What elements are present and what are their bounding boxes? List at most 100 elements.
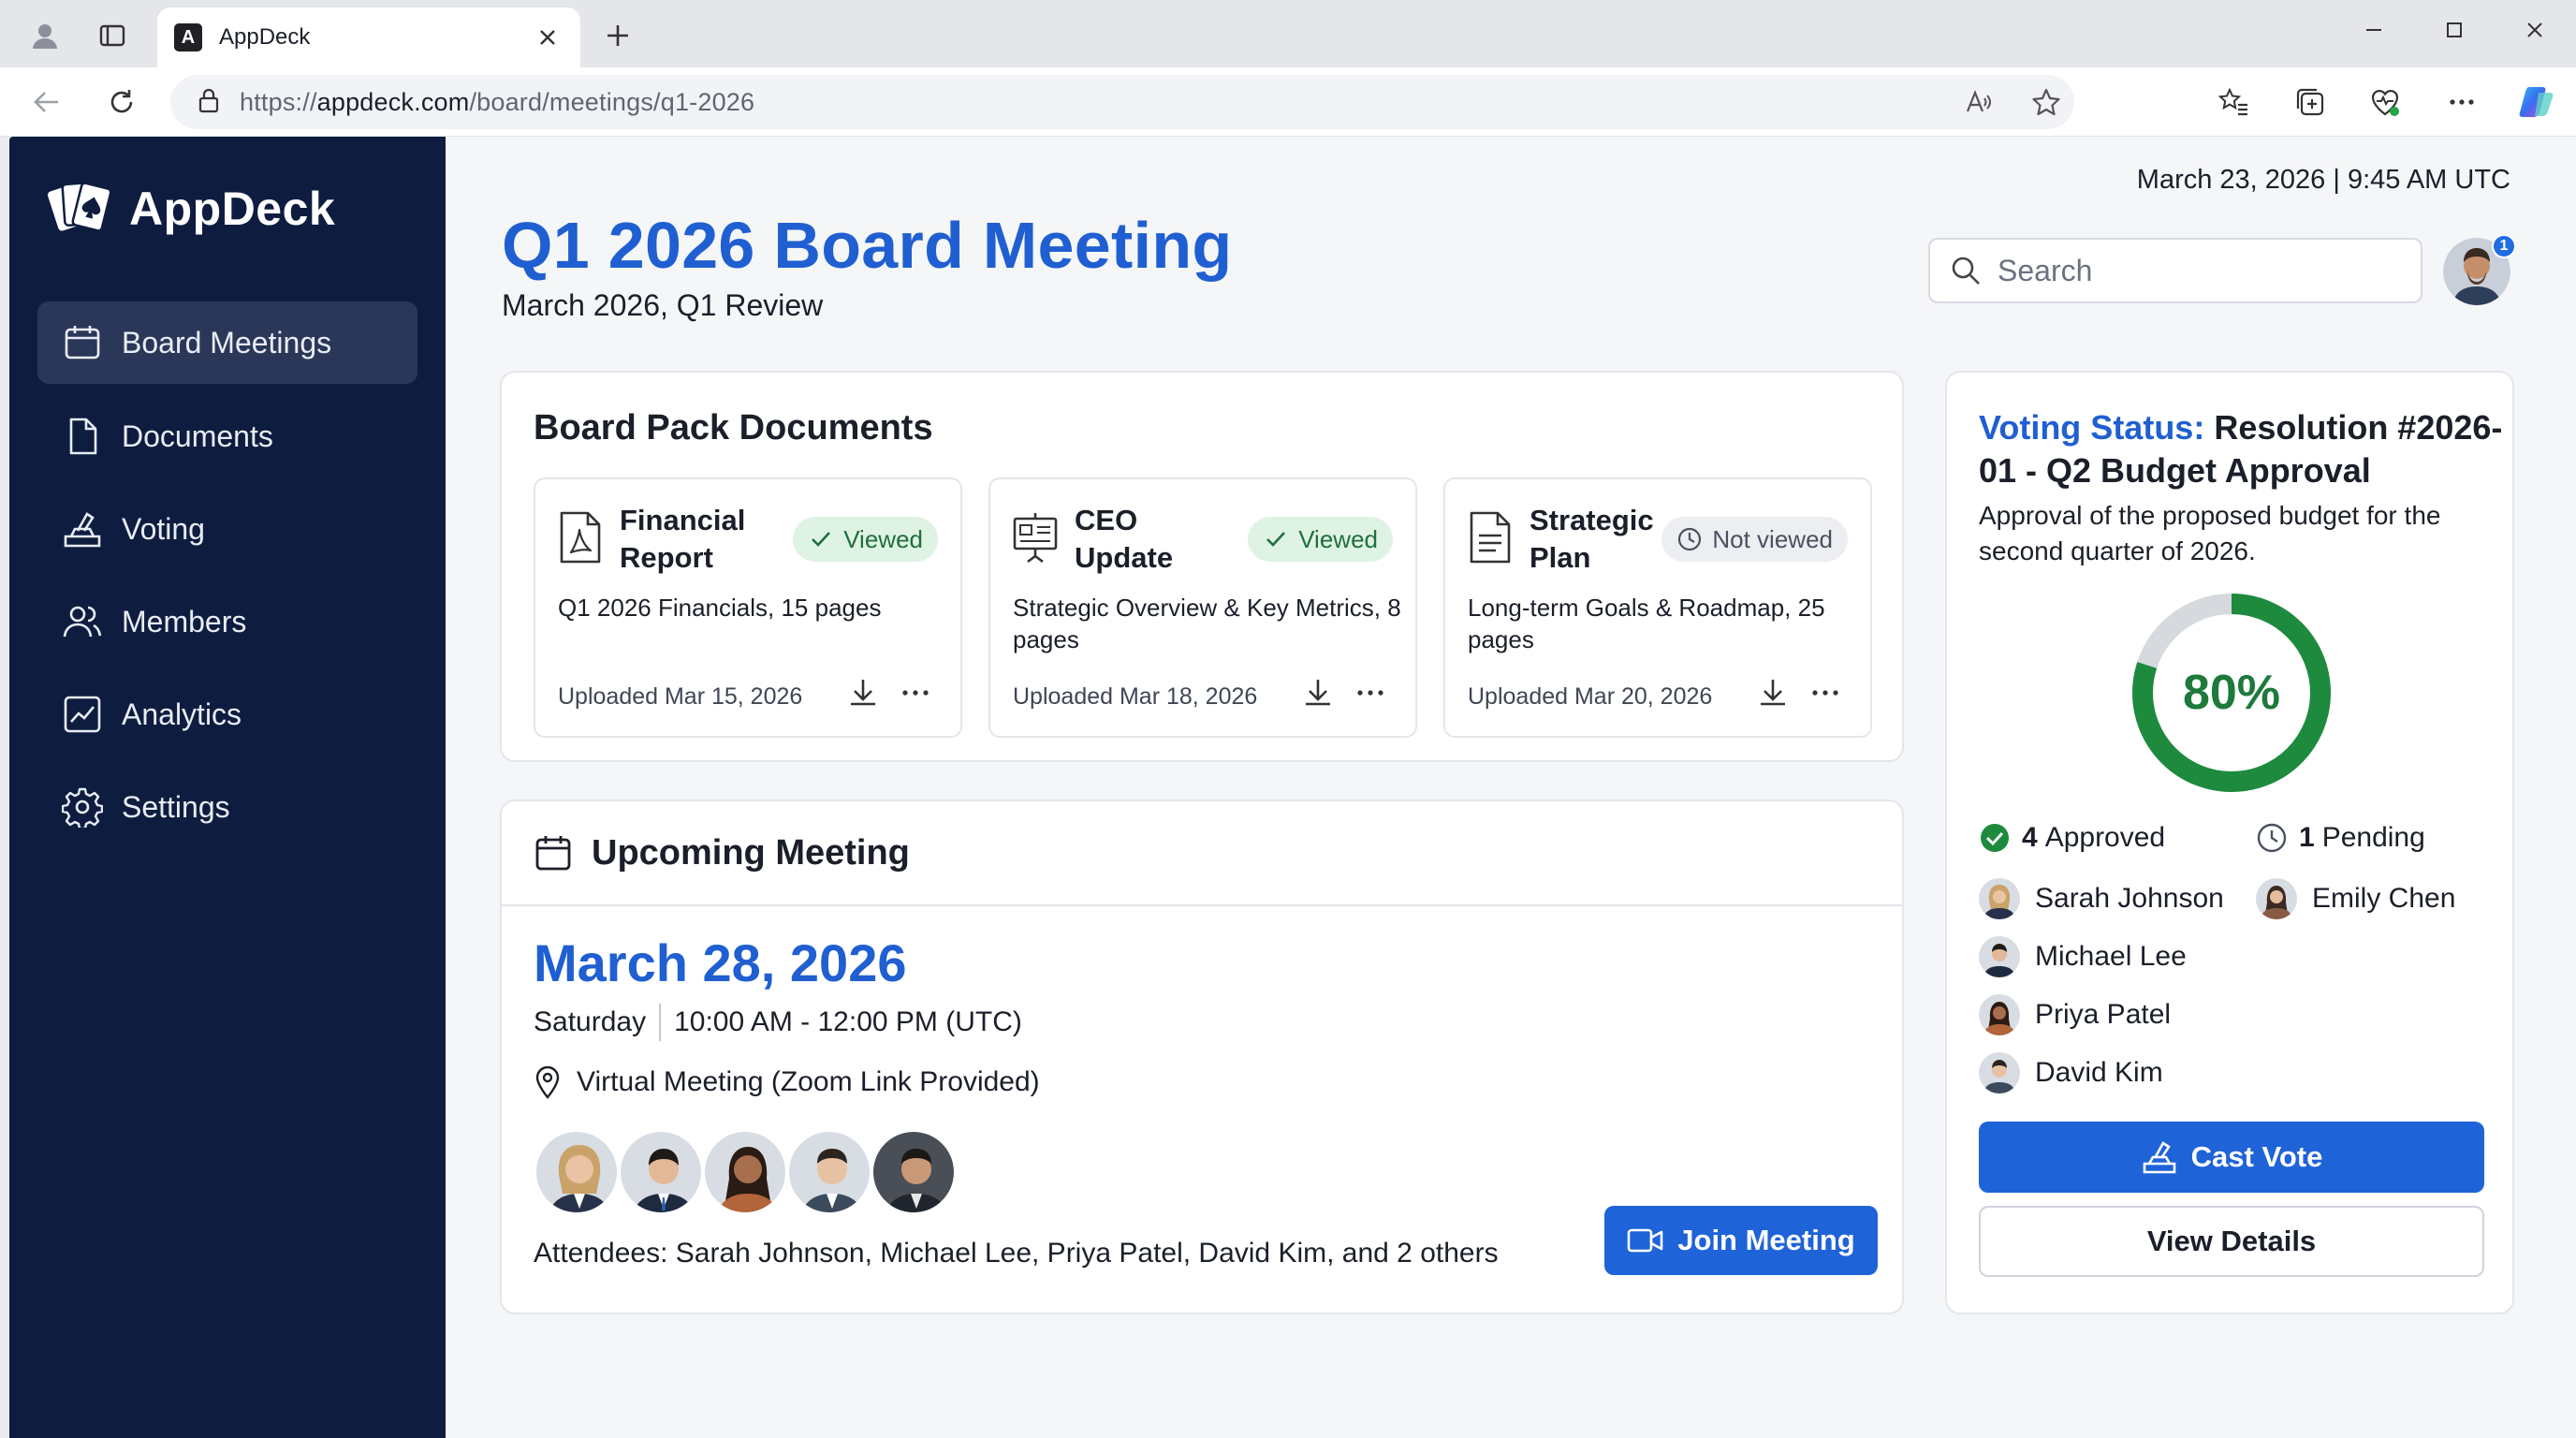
address-bar[interactable]: https://appdeck.com/board/meetings/q1-20… xyxy=(170,75,2074,129)
document-card-strategic-plan[interactable]: Strategic Plan Not viewed Long-term Goal… xyxy=(1443,477,1872,738)
minimize-icon[interactable] xyxy=(2340,9,2408,51)
attendee-avatar[interactable] xyxy=(871,1129,957,1215)
analytics-icon xyxy=(64,696,101,733)
attendee-avatar[interactable] xyxy=(786,1129,872,1215)
maximize-icon[interactable] xyxy=(2421,9,2488,51)
attendee-avatar[interactable] xyxy=(702,1129,788,1215)
sidebar-item-settings[interactable]: Settings xyxy=(37,766,417,848)
document-description: Q1 2026 Financials, 15 pages xyxy=(558,594,882,622)
page-subtitle: March 2026, Q1 Review xyxy=(502,288,824,322)
join-meeting-button[interactable]: Join Meeting xyxy=(1604,1206,1878,1275)
url-text: https://appdeck.com/board/meetings/q1-20… xyxy=(240,87,755,116)
document-description: Long-term Goals & Roadmap, 25 pages xyxy=(1468,594,1825,653)
sidebar-item-label: Members xyxy=(122,604,247,638)
meeting-location: Virtual Meeting (Zoom Link Provided) xyxy=(534,1065,1040,1099)
download-icon[interactable] xyxy=(1752,672,1793,713)
document-name: CEO Update xyxy=(1075,504,1174,574)
sidebar-item-voting[interactable]: Voting xyxy=(37,488,417,570)
gear-icon xyxy=(62,787,103,828)
sidebar-item-members[interactable]: Members xyxy=(37,580,417,663)
more-icon[interactable] xyxy=(1350,672,1391,713)
meeting-date: March 28, 2026 xyxy=(534,933,907,992)
upcoming-meeting-card: Upcoming Meeting March 28, 2026 Saturday… xyxy=(500,800,1904,1314)
more-options-icon[interactable] xyxy=(2441,81,2482,123)
sidebar-item-analytics[interactable]: Analytics xyxy=(37,673,417,756)
sidebar-item-board-meetings[interactable]: Board Meetings xyxy=(37,301,417,384)
pdf-icon xyxy=(560,511,601,564)
approval-percent: 80% xyxy=(2182,666,2281,720)
favorite-star-icon[interactable] xyxy=(2026,81,2067,123)
voter-approved: Priya Patel xyxy=(1979,994,2171,1035)
attendees-text: Attendees: Sarah Johnson, Michael Lee, P… xyxy=(534,1238,1499,1269)
sidebar-item-documents[interactable]: Documents xyxy=(37,395,417,477)
tab-actions-icon[interactable] xyxy=(92,15,133,56)
sidebar-item-label: Voting xyxy=(122,511,205,546)
document-uploaded: Uploaded Mar 15, 2026 xyxy=(558,683,803,710)
main-content: March 23, 2026 | 9:45 AM UTC Q1 2026 Boa… xyxy=(446,137,2576,1438)
document-card-ceo-update[interactable]: CEO Update Viewed Strategic Overview & K… xyxy=(988,477,1417,738)
read-aloud-icon[interactable] xyxy=(1958,81,1999,123)
check-circle-icon xyxy=(1981,824,2009,852)
profile-icon[interactable] xyxy=(24,15,66,56)
document-card-financial-report[interactable]: Financial Report Viewed Q1 2026 Financia… xyxy=(534,477,962,738)
current-datetime: March 23, 2026 | 9:45 AM UTC xyxy=(2136,165,2510,195)
document-uploaded: Uploaded Mar 20, 2026 xyxy=(1468,683,1713,710)
browser-titlebar: A AppDeck xyxy=(0,0,2576,67)
approved-tally: 4 Approved xyxy=(1979,822,2165,854)
page-title: Q1 2026 Board Meeting xyxy=(502,209,1233,282)
avatar xyxy=(1979,994,2020,1035)
collections-icon[interactable] xyxy=(2290,81,2331,123)
user-avatar[interactable]: 1 xyxy=(2443,234,2516,305)
meeting-day: Saturday xyxy=(534,1006,647,1037)
lock-icon xyxy=(197,86,221,119)
close-icon[interactable] xyxy=(532,22,564,53)
document-name: Financial Report xyxy=(620,504,746,574)
attendee-avatar[interactable] xyxy=(618,1129,704,1215)
board-pack-card: Board Pack Documents Financial Report Vi… xyxy=(500,371,1904,762)
search-input[interactable] xyxy=(1998,253,2391,288)
browser-tab[interactable]: A AppDeck xyxy=(157,7,580,67)
view-details-button[interactable]: View Details xyxy=(1979,1206,2484,1277)
avatar xyxy=(2256,878,2297,919)
download-icon[interactable] xyxy=(1297,672,1339,713)
avatar xyxy=(1979,1052,2020,1093)
appdeck-logo-icon xyxy=(47,182,112,232)
download-icon[interactable] xyxy=(842,672,884,713)
pending-tally: 1 Pending xyxy=(2256,822,2425,854)
board-pack-title: Board Pack Documents xyxy=(534,408,933,448)
attendee-avatar[interactable] xyxy=(534,1129,620,1215)
avatar xyxy=(1979,936,2020,977)
browser-toolbar: https://appdeck.com/board/meetings/q1-20… xyxy=(0,67,2576,137)
more-icon[interactable] xyxy=(1805,672,1846,713)
document-description: Strategic Overview & Key Metrics, 8 page… xyxy=(1013,594,1401,653)
check-icon xyxy=(1266,532,1286,547)
divider xyxy=(659,1004,662,1041)
reload-icon[interactable] xyxy=(101,81,142,123)
brand[interactable]: AppDeck xyxy=(47,176,335,242)
more-icon[interactable] xyxy=(895,672,936,713)
sidebar-item-label: Analytics xyxy=(122,697,242,731)
presentation-icon xyxy=(1013,513,1058,564)
location-pin-icon xyxy=(535,1065,560,1099)
attendee-avatars xyxy=(534,1129,957,1217)
voter-approved: David Kim xyxy=(1979,1052,2163,1093)
meeting-hours: 10:00 AM - 12:00 PM (UTC) xyxy=(674,1006,1022,1037)
voting-status-card: Voting Status: Resolution #2026-01 - Q2 … xyxy=(1945,371,2514,1314)
new-tab-icon[interactable] xyxy=(597,15,638,56)
cast-vote-button[interactable]: Cast Vote xyxy=(1979,1122,2484,1193)
back-icon[interactable] xyxy=(26,81,67,123)
window-close-icon[interactable] xyxy=(2501,9,2569,51)
sidebar-item-label: Documents xyxy=(122,418,273,453)
tab-title: AppDeck xyxy=(219,24,311,50)
favorites-list-icon[interactable] xyxy=(2213,81,2254,123)
search-box[interactable] xyxy=(1928,238,2422,303)
voter-approved: Sarah Johnson xyxy=(1979,878,2224,919)
sidebar: AppDeck Board Meetings Documents Voting … xyxy=(9,137,446,1438)
copilot-icon[interactable] xyxy=(2516,81,2557,123)
upcoming-meeting-header: Upcoming Meeting xyxy=(502,801,1902,906)
voter-approved: Michael Lee xyxy=(1979,936,2187,977)
browser-essentials-icon[interactable] xyxy=(2364,81,2406,123)
status-badge: Viewed xyxy=(1248,517,1393,562)
status-badge: Viewed xyxy=(793,517,938,562)
document-uploaded: Uploaded Mar 18, 2026 xyxy=(1013,683,1258,710)
